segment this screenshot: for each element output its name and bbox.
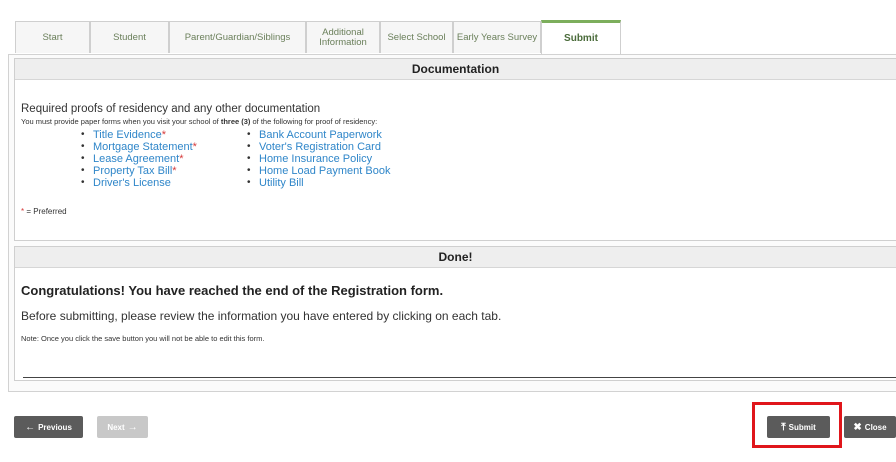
tab-bar: Start Student Parent/Guardian/Siblings A…	[15, 20, 895, 55]
documentation-intro: Required proofs of residency and any oth…	[21, 103, 321, 115]
proof-item-label: Property Tax Bill	[93, 165, 173, 177]
submit-button[interactable]: ⤒ Submit	[767, 416, 830, 438]
proof-item[interactable]: Utility Bill	[247, 177, 390, 189]
tab-parent-guardian-siblings[interactable]: Parent/Guardian/Siblings	[169, 21, 306, 53]
proof-list-left: Title Evidence* Mortgage Statement* Leas…	[81, 129, 197, 189]
tab-student[interactable]: Student	[90, 21, 169, 53]
proof-item[interactable]: Mortgage Statement*	[81, 141, 197, 153]
previous-label: Previous	[38, 422, 72, 432]
done-note: Note: Once you click the save button you…	[21, 334, 265, 343]
tab-label: Select School	[387, 31, 446, 43]
proof-item[interactable]: Driver's License	[81, 177, 197, 189]
required-mark: *	[192, 141, 197, 153]
proof-item[interactable]: Bank Account Paperwork	[247, 129, 390, 141]
proof-list-right: Bank Account Paperwork Voter's Registrat…	[247, 129, 390, 189]
close-button[interactable]: ✖ Close	[844, 416, 896, 438]
proof-item[interactable]: Home Load Payment Book	[247, 165, 390, 177]
proof-item-label: Home Insurance Policy	[259, 153, 373, 165]
instruction-suffix: of the following for proof of residency:	[250, 117, 378, 126]
documentation-instruction: You must provide paper forms when you vi…	[21, 117, 377, 126]
documentation-header: Documentation	[15, 59, 896, 80]
done-instructions: Before submitting, please review the inf…	[21, 309, 502, 323]
required-mark: *	[172, 165, 177, 177]
tab-label: Additional Information	[319, 26, 367, 48]
done-section: Done! Congratulations! You have reached …	[14, 246, 896, 381]
tab-label: Early Years Survey	[456, 31, 538, 43]
tab-label: Submit	[564, 32, 598, 44]
required-mark: *	[179, 153, 184, 165]
tab-label: Start	[42, 31, 63, 43]
next-label: Next	[107, 422, 125, 432]
proof-item[interactable]: Property Tax Bill*	[81, 165, 197, 177]
tab-label: Parent/Guardian/Siblings	[184, 31, 291, 43]
close-icon: ✖	[853, 421, 862, 433]
proof-item-label: Title Evidence	[93, 129, 162, 141]
proof-item[interactable]: Voter's Registration Card	[247, 141, 390, 153]
divider	[23, 377, 896, 378]
instruction-bold: three (3)	[220, 117, 251, 126]
tab-start[interactable]: Start	[15, 21, 90, 53]
tab-additional-information[interactable]: Additional Information	[306, 21, 380, 53]
done-title: Congratulations! You have reached the en…	[21, 283, 444, 298]
submit-label: Submit	[788, 422, 816, 432]
preferred-legend: * = Preferred	[21, 207, 67, 216]
proof-item[interactable]: Home Insurance Policy	[247, 153, 390, 165]
close-label: Close	[864, 422, 887, 432]
proof-item-label: Lease Agreement	[93, 153, 180, 165]
proof-item-label: Utility Bill	[259, 177, 304, 189]
documentation-section: Documentation Required proofs of residen…	[14, 58, 896, 241]
preferred-text: = Preferred	[24, 207, 67, 216]
next-button[interactable]: Next →	[97, 416, 148, 438]
done-header: Done!	[15, 247, 896, 268]
tab-select-school[interactable]: Select School	[380, 21, 453, 53]
proof-item[interactable]: Title Evidence*	[81, 129, 197, 141]
tab-submit[interactable]: Submit	[541, 20, 621, 54]
instruction-prefix: You must provide paper forms when you vi…	[21, 117, 221, 126]
previous-button[interactable]: ← Previous	[14, 416, 83, 438]
arrow-left-icon: ←	[25, 421, 36, 433]
proof-item-label: Voter's Registration Card	[259, 141, 381, 153]
proof-item-label: Bank Account Paperwork	[259, 129, 382, 141]
arrow-right-icon: →	[127, 421, 138, 433]
tab-label: Student	[113, 31, 146, 43]
tab-early-years-survey[interactable]: Early Years Survey	[453, 21, 541, 53]
proof-item-label: Home Load Payment Book	[259, 165, 391, 177]
proof-item-label: Driver's License	[93, 177, 171, 189]
proof-item-label: Mortgage Statement	[93, 141, 193, 153]
required-mark: *	[161, 129, 166, 141]
upload-icon: ⤒	[781, 421, 786, 433]
proof-item[interactable]: Lease Agreement*	[81, 153, 197, 165]
